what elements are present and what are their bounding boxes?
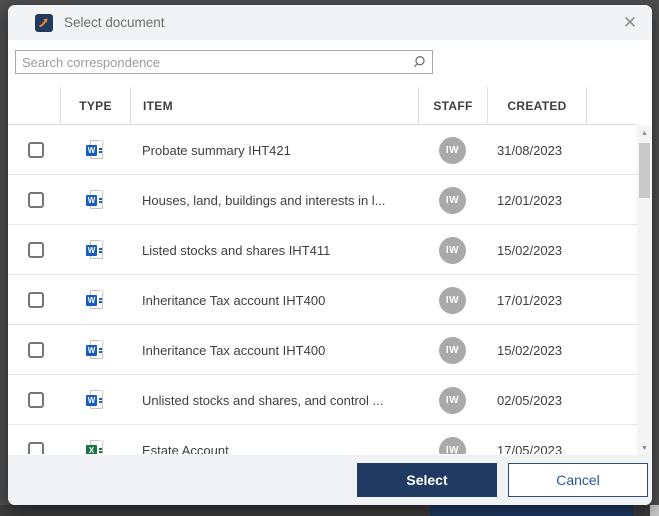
table-row[interactable]: W Unlisted stocks and shares, and contro…: [8, 375, 637, 425]
word-file-icon: W: [86, 290, 104, 310]
scroll-up-icon[interactable]: ▲: [637, 126, 652, 141]
scrollbar-thumb[interactable]: [639, 143, 650, 198]
staff-avatar: IW: [439, 136, 466, 164]
excel-file-icon: X: [86, 440, 104, 454]
column-header-staff: STAFF: [418, 87, 487, 125]
row-checkbox[interactable]: [28, 292, 44, 308]
created-date: 17/01/2023: [497, 292, 563, 308]
word-file-icon: W: [86, 140, 104, 160]
staff-avatar: IW: [439, 236, 466, 264]
table-row[interactable]: W Probate summary IHT421 IW 31/08/2023: [8, 125, 637, 175]
created-date: 15/02/2023: [497, 242, 563, 258]
table-header-row: TYPE ITEM STAFF CREATED: [8, 87, 637, 125]
select-document-dialog: Select document ✕ TYPE ITEM STAFF CREATE…: [8, 5, 652, 505]
created-date: 12/01/2023: [497, 192, 563, 208]
word-file-icon: W: [86, 190, 104, 210]
staff-avatar: IW: [439, 386, 466, 414]
staff-avatar: IW: [439, 186, 466, 214]
close-icon[interactable]: ✕: [618, 11, 642, 35]
item-label: Inheritance Tax account IHT400: [142, 292, 326, 308]
table-row[interactable]: W Inheritance Tax account IHT400 IW 15/0…: [8, 325, 637, 375]
app-logo-icon: [35, 13, 53, 32]
created-date: 17/05/2023: [497, 442, 563, 455]
word-file-icon: W: [86, 340, 104, 360]
column-header-item: ITEM: [130, 87, 418, 125]
vertical-scrollbar[interactable]: ▲ ▼: [637, 126, 652, 456]
created-date: 31/08/2023: [497, 142, 563, 158]
dialog-title: Select document: [64, 15, 165, 30]
row-checkbox[interactable]: [28, 242, 44, 258]
cancel-button[interactable]: Cancel: [508, 463, 648, 497]
table-row[interactable]: W Houses, land, buildings and interests …: [8, 175, 637, 225]
underlying-light-bar: [650, 505, 659, 516]
word-file-icon: W: [86, 240, 104, 260]
scroll-down-icon[interactable]: ▼: [637, 441, 652, 456]
select-button[interactable]: Select: [357, 463, 497, 497]
table-row[interactable]: W Inheritance Tax account IHT400 IW 17/0…: [8, 275, 637, 325]
column-header-created: CREATED: [487, 87, 586, 125]
table-body: W Probate summary IHT421 IW 31/08/2023 W…: [8, 125, 637, 454]
search-bar: [15, 50, 433, 74]
created-date: 15/02/2023: [497, 342, 563, 358]
item-label: Unlisted stocks and shares, and control …: [142, 392, 384, 408]
item-label: Estate Account: [142, 442, 229, 455]
column-header-type: TYPE: [60, 87, 130, 125]
row-checkbox[interactable]: [28, 342, 44, 358]
column-header-checkbox: [8, 87, 60, 125]
created-date: 02/05/2023: [497, 392, 563, 408]
table-row[interactable]: X Estate Account IW 17/05/2023: [8, 425, 637, 454]
staff-avatar: IW: [439, 286, 466, 314]
underlying-navy-bar: [430, 505, 633, 516]
row-checkbox[interactable]: [28, 192, 44, 208]
column-header-extra: [586, 87, 637, 125]
row-checkbox[interactable]: [28, 142, 44, 158]
item-label: Listed stocks and shares IHT411: [142, 242, 331, 258]
staff-avatar: IW: [439, 436, 466, 454]
search-icon: [412, 55, 426, 74]
item-label: Inheritance Tax account IHT400: [142, 342, 326, 358]
row-checkbox[interactable]: [28, 392, 44, 408]
staff-avatar: IW: [439, 336, 466, 364]
dialog-header: Select document ✕: [8, 5, 652, 40]
dialog-footer: Select Cancel: [8, 455, 652, 505]
underlying-page-strip: [0, 505, 659, 516]
table-row[interactable]: W Listed stocks and shares IHT411 IW 15/…: [8, 225, 637, 275]
search-input[interactable]: [15, 50, 433, 74]
item-label: Probate summary IHT421: [142, 142, 291, 158]
row-checkbox[interactable]: [28, 442, 44, 454]
item-label: Houses, land, buildings and interests in…: [142, 192, 386, 208]
word-file-icon: W: [86, 390, 104, 410]
